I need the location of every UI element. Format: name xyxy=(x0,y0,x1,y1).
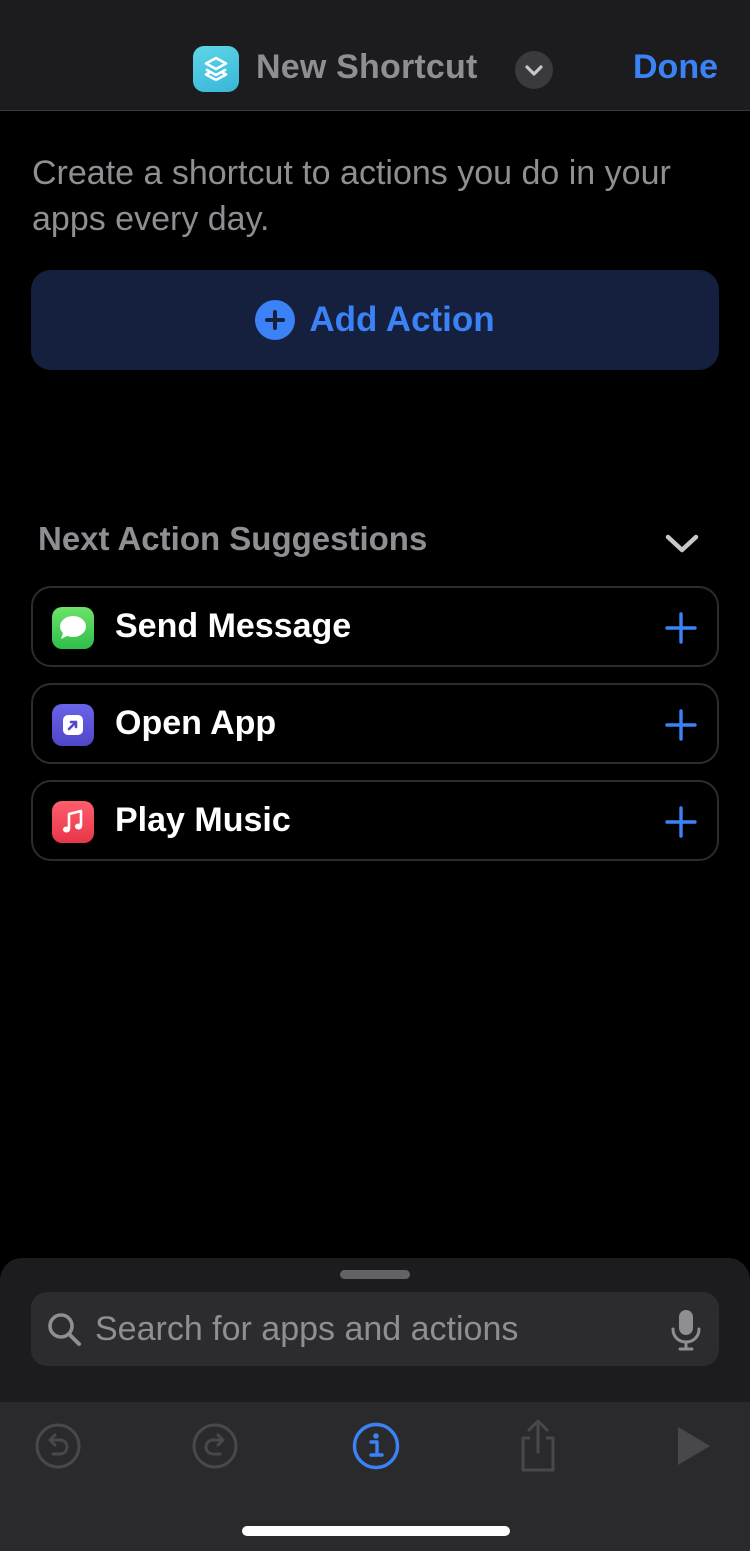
plus-circle-icon xyxy=(255,300,296,340)
redo-button[interactable] xyxy=(187,1418,243,1474)
home-indicator[interactable] xyxy=(242,1526,510,1536)
shortcuts-icon xyxy=(193,46,239,92)
suggestions-header: Next Action Suggestions xyxy=(38,520,428,557)
intro-text: Create a shortcut to actions you do in y… xyxy=(32,154,671,238)
open-app-icon xyxy=(52,704,94,746)
suggestion-open-app[interactable]: Open App xyxy=(31,683,719,764)
redo-icon xyxy=(192,1423,238,1469)
play-icon xyxy=(678,1427,710,1465)
chevron-down-icon xyxy=(665,534,699,553)
suggestion-label: Open App xyxy=(115,704,277,742)
suggestion-play-music[interactable]: Play Music xyxy=(31,780,719,861)
search-icon xyxy=(48,1313,81,1346)
run-button[interactable] xyxy=(664,1418,720,1474)
messages-icon xyxy=(52,607,94,649)
music-icon xyxy=(52,801,94,843)
title-menu-button[interactable] xyxy=(515,51,553,89)
plus-icon xyxy=(665,612,697,644)
share-icon xyxy=(521,1419,555,1472)
suggestion-label: Play Music xyxy=(115,801,291,839)
microphone-icon[interactable] xyxy=(669,1308,703,1352)
add-suggestion-button[interactable] xyxy=(661,802,701,842)
done-button[interactable]: Done xyxy=(633,48,718,87)
add-suggestion-button[interactable] xyxy=(661,705,701,745)
search-bar[interactable] xyxy=(31,1292,719,1366)
add-suggestion-button[interactable] xyxy=(661,608,701,648)
info-icon xyxy=(352,1422,400,1470)
suggestions-collapse-button[interactable] xyxy=(662,525,702,561)
search-input[interactable] xyxy=(95,1292,655,1366)
add-action-button[interactable]: Add Action xyxy=(31,270,719,370)
suggestions-list: Send Message Open App Play Music xyxy=(31,586,719,877)
share-button[interactable] xyxy=(510,1418,566,1474)
sheet-grabber[interactable] xyxy=(340,1270,410,1279)
editor-toolbar xyxy=(0,1402,750,1551)
shortcut-title[interactable]: New Shortcut xyxy=(256,48,478,87)
add-action-label: Add Action xyxy=(309,300,495,339)
plus-icon xyxy=(665,709,697,741)
undo-button[interactable] xyxy=(30,1418,86,1474)
chevron-down-icon xyxy=(525,65,543,76)
suggestion-send-message[interactable]: Send Message xyxy=(31,586,719,667)
actions-bottom-sheet xyxy=(0,1258,750,1551)
plus-icon xyxy=(665,806,697,838)
undo-icon xyxy=(35,1423,81,1469)
suggestion-label: Send Message xyxy=(115,607,352,645)
navigation-bar: New Shortcut Done xyxy=(0,0,750,111)
info-button[interactable] xyxy=(348,1418,404,1474)
